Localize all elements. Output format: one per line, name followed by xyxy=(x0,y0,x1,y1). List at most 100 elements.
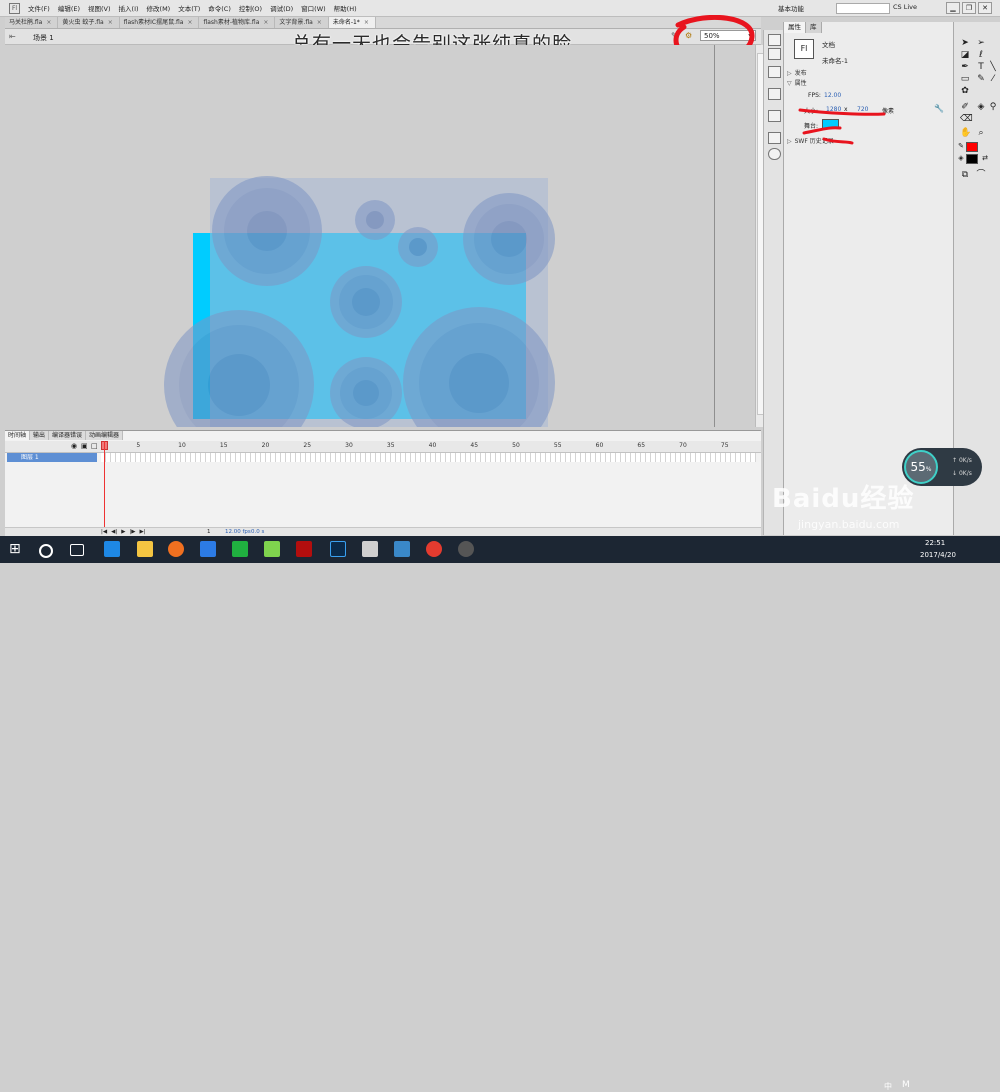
back-arrow-icon[interactable]: ⇤ xyxy=(9,32,16,41)
first-frame-icon[interactable]: |◀ xyxy=(101,528,107,536)
doc-tab[interactable]: 文字背景.fla × xyxy=(275,17,329,28)
menu-insert[interactable]: 插入(I) xyxy=(119,3,139,13)
close-button[interactable]: ✕ xyxy=(978,2,992,14)
stage-pasteboard[interactable] xyxy=(5,45,755,427)
menu-window[interactable]: 窗口(W) xyxy=(301,3,326,13)
color-panel-icon[interactable] xyxy=(768,34,781,46)
doc-tab[interactable]: 马关杜鹃.fla × xyxy=(5,17,59,28)
app-icon-green[interactable] xyxy=(264,541,280,557)
doc-tab[interactable]: flash素材IC摆尾鼠.fla × xyxy=(119,17,200,28)
brush-tool-icon[interactable]: ⁄ xyxy=(988,74,998,84)
cs-live-button[interactable]: CS Live xyxy=(893,3,917,11)
netease-music-icon[interactable] xyxy=(426,541,442,557)
doc-tab-active[interactable]: 未命名-1* × xyxy=(328,17,376,28)
transform-panel-icon[interactable] xyxy=(768,110,781,122)
menu-control[interactable]: 控制(O) xyxy=(239,3,262,13)
section-properties[interactable]: ▽ 属性 xyxy=(787,78,807,87)
prev-frame-icon[interactable]: ◀| xyxy=(111,528,117,536)
eraser-tool-icon[interactable]: ⌫ xyxy=(960,114,973,124)
close-icon[interactable]: × xyxy=(187,19,192,26)
camera-app-icon[interactable] xyxy=(362,541,378,557)
eye-icon[interactable]: ◉ xyxy=(71,442,77,450)
free-transform-tool-icon[interactable]: ◪ xyxy=(960,50,970,60)
app-icon[interactable]: Fl xyxy=(9,3,20,14)
pencil-tool-icon[interactable]: ✎ xyxy=(976,74,986,84)
deco-tool-icon[interactable]: ✿ xyxy=(960,86,970,96)
photoshop-icon[interactable] xyxy=(330,541,346,557)
subselection-tool-icon[interactable]: ➢ xyxy=(976,38,986,48)
layer-name[interactable]: 图层 1 xyxy=(7,453,97,462)
flash-icon[interactable] xyxy=(296,541,312,557)
last-frame-icon[interactable]: ▶| xyxy=(140,528,146,536)
play-icon[interactable]: ▶ xyxy=(121,528,125,536)
workspace-switcher[interactable]: 基本功能 xyxy=(778,3,804,13)
doc-tab[interactable]: flash素材-植物库.fla × xyxy=(199,17,276,28)
close-icon[interactable]: × xyxy=(364,19,369,26)
swap-colors-icon[interactable]: ⇄ xyxy=(980,153,990,163)
menu-debug[interactable]: 调试(D) xyxy=(270,3,293,13)
tab-motion-editor[interactable]: 动画编辑器 xyxy=(86,431,124,440)
stroke-color-swatch[interactable] xyxy=(966,142,978,152)
menu-modify[interactable]: 修改(M) xyxy=(147,3,171,13)
scene-breadcrumb[interactable]: 场景 1 xyxy=(33,33,54,43)
components-panel-icon[interactable] xyxy=(768,132,781,144)
help-search-input[interactable] xyxy=(836,3,890,14)
close-icon[interactable]: × xyxy=(46,19,51,26)
menu-edit[interactable]: 编辑(E) xyxy=(58,3,80,13)
app-icon-blue[interactable] xyxy=(200,541,216,557)
selection-tool-icon[interactable]: ➤ xyxy=(960,38,970,48)
zoom-tool-icon[interactable]: ⌕ xyxy=(976,128,986,138)
eyedropper-tool-icon[interactable]: ⚲ xyxy=(988,102,998,112)
smooth-icon[interactable]: ⌒ xyxy=(976,170,986,180)
app-icon-tablet[interactable] xyxy=(394,541,410,557)
rectangle-tool-icon[interactable]: ▭ xyxy=(960,74,970,84)
user-avatar-icon[interactable] xyxy=(458,541,474,557)
layer-row[interactable]: 图层 1 xyxy=(5,453,761,462)
wrench-icon[interactable]: 🔧 xyxy=(934,104,944,113)
task-view-icon[interactable] xyxy=(70,544,84,556)
tab-timeline[interactable]: 时间轴 xyxy=(5,431,31,440)
next-frame-icon[interactable]: |▶ xyxy=(129,528,135,536)
close-icon[interactable]: × xyxy=(263,19,268,26)
ime-indicator[interactable]: M xyxy=(902,1080,910,1090)
tab-properties[interactable]: 属性 xyxy=(784,22,806,33)
document-name[interactable]: 未命名-1 xyxy=(822,55,848,65)
menu-file[interactable]: 文件(F) xyxy=(28,3,50,13)
menu-view[interactable]: 视图(V) xyxy=(88,3,111,13)
iqiyi-icon[interactable] xyxy=(232,541,248,557)
close-icon[interactable]: × xyxy=(317,19,322,26)
outline-icon[interactable]: □ xyxy=(91,442,98,450)
windows-start-icon[interactable]: ⊞ xyxy=(9,541,25,557)
tab-library[interactable]: 库 xyxy=(806,22,822,33)
tab-compiler-errors[interactable]: 编译器错误 xyxy=(49,431,87,440)
minimize-button[interactable]: ▁ xyxy=(946,2,960,14)
lasso-tool-icon[interactable]: ℓ xyxy=(976,50,986,60)
snap-to-objects-icon[interactable]: ⧉ xyxy=(960,170,970,180)
input-language[interactable]: 中 xyxy=(884,1081,892,1092)
frame-strip[interactable] xyxy=(101,453,756,462)
lock-icon[interactable]: ▣ xyxy=(81,442,88,450)
section-publish[interactable]: ▷ 发布 xyxy=(787,68,807,77)
menu-commands[interactable]: 命令(C) xyxy=(208,3,231,13)
clock-time[interactable]: 22:51 xyxy=(925,539,945,547)
line-tool-icon[interactable]: ╲ xyxy=(988,62,998,72)
bone-tool-icon[interactable]: ✐ xyxy=(960,102,970,112)
paint-bucket-tool-icon[interactable]: ◈ xyxy=(976,102,986,112)
close-icon[interactable]: × xyxy=(108,19,113,26)
menu-help[interactable]: 帮助(H) xyxy=(334,3,357,13)
clock-date[interactable]: 2017/4/20 xyxy=(920,551,956,559)
menu-text[interactable]: 文本(T) xyxy=(178,3,200,13)
hand-tool-icon[interactable]: ✋ xyxy=(960,128,971,138)
stage-canvas[interactable] xyxy=(5,45,755,427)
tab-output[interactable]: 输出 xyxy=(30,431,50,440)
fill-color-swatch[interactable] xyxy=(966,154,978,164)
firefox-icon[interactable] xyxy=(168,541,184,557)
swatches-panel-icon[interactable] xyxy=(768,48,781,60)
doc-tab[interactable]: 黄火虫 蚊子.fla × xyxy=(58,17,120,28)
frame-ruler[interactable]: 151015202530354045505560657075 xyxy=(101,441,756,452)
playhead[interactable] xyxy=(104,441,105,535)
restore-button[interactable]: ❐ xyxy=(962,2,976,14)
frame-rate[interactable]: 12.00 fps xyxy=(225,528,251,536)
file-explorer-icon[interactable] xyxy=(137,541,153,557)
history-panel-icon[interactable] xyxy=(768,148,781,160)
